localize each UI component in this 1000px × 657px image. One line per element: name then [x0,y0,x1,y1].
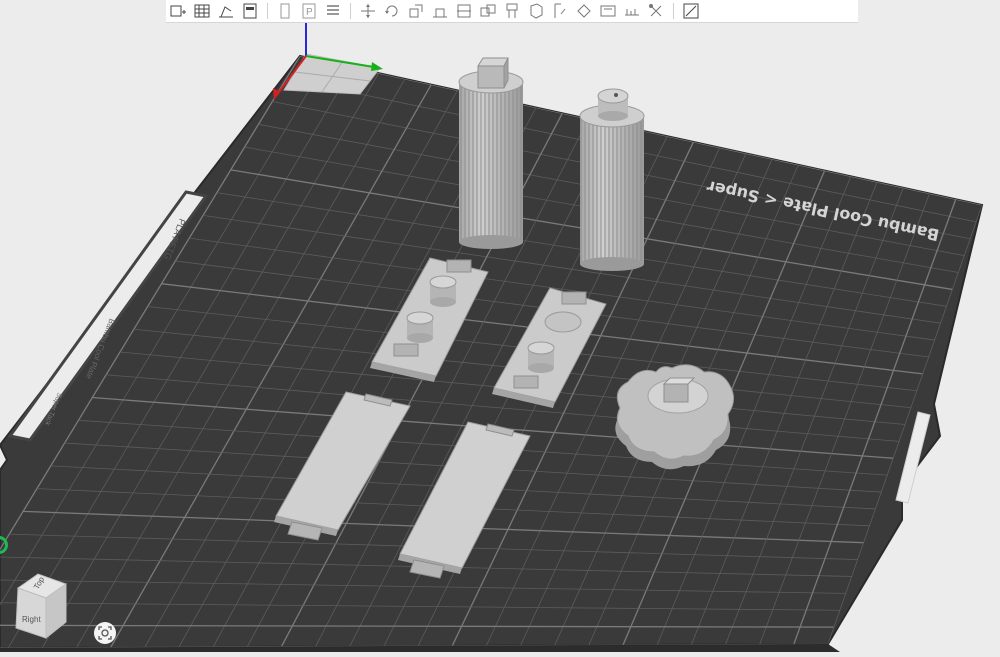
toolbar-separator [350,3,351,19]
mesh-boolean-icon [480,4,496,17]
text-button[interactable] [596,1,620,21]
support-paint-icon [506,3,518,18]
fuzzy-skin-icon [554,3,566,18]
toolbar-separator [673,3,674,19]
move-button[interactable] [356,1,380,21]
seam-paint-button[interactable] [524,1,548,21]
model-knurled-cylinder-2[interactable] [579,88,645,271]
support-paint-button[interactable] [500,1,524,21]
scale-icon [409,4,423,18]
text-icon [600,5,616,17]
add-plate-button[interactable] [166,1,190,21]
move-icon [361,4,375,18]
object-list-icon [280,3,290,19]
arrange-button[interactable] [190,1,214,21]
view-cube[interactable]: Top Right [8,570,88,650]
variable-layer-button[interactable] [679,1,703,21]
fit-view-icon [98,626,112,640]
lay-on-face-button[interactable] [428,1,452,21]
layout-button[interactable] [238,1,262,21]
top-toolbar: P [166,0,858,23]
cut-icon [457,4,471,18]
fit-view-button[interactable] [94,622,116,644]
mesh-boolean-button[interactable] [476,1,500,21]
measure-icon [625,9,639,16]
layers-icon [327,5,339,15]
assembly-button[interactable] [644,1,668,21]
object-list-button[interactable] [273,1,297,21]
seam-paint-icon [530,3,543,19]
model-knurled-cylinder-1[interactable] [458,57,524,249]
rotate-icon [385,5,398,17]
arrange-icon [194,4,210,18]
svg-text:P: P [306,7,313,18]
fuzzy-skin-button[interactable] [548,1,572,21]
assembly-icon [649,4,662,17]
scale-button[interactable] [404,1,428,21]
layout-icon [243,3,257,19]
cut-button[interactable] [452,1,476,21]
rotate-button[interactable] [380,1,404,21]
color-paint-button[interactable] [572,1,596,21]
toolbar-separator [267,3,268,19]
layers-button[interactable] [321,1,345,21]
view-cube-right-label: Right [22,615,41,624]
color-paint-icon [577,4,591,18]
orient-button[interactable] [214,1,238,21]
measure-button[interactable] [620,1,644,21]
axis-y-arrow [371,62,383,71]
3d-viewport[interactable]: PLA PETG Bambu Cool Plate Super Tack Bam… [0,0,1000,657]
add-plate-icon [170,5,186,17]
lay-on-face-icon [433,8,447,18]
plate-p-icon: P [302,3,316,19]
variable-layer-icon [683,3,699,19]
orient-icon [219,6,233,18]
plate-p-button[interactable]: P [297,1,321,21]
